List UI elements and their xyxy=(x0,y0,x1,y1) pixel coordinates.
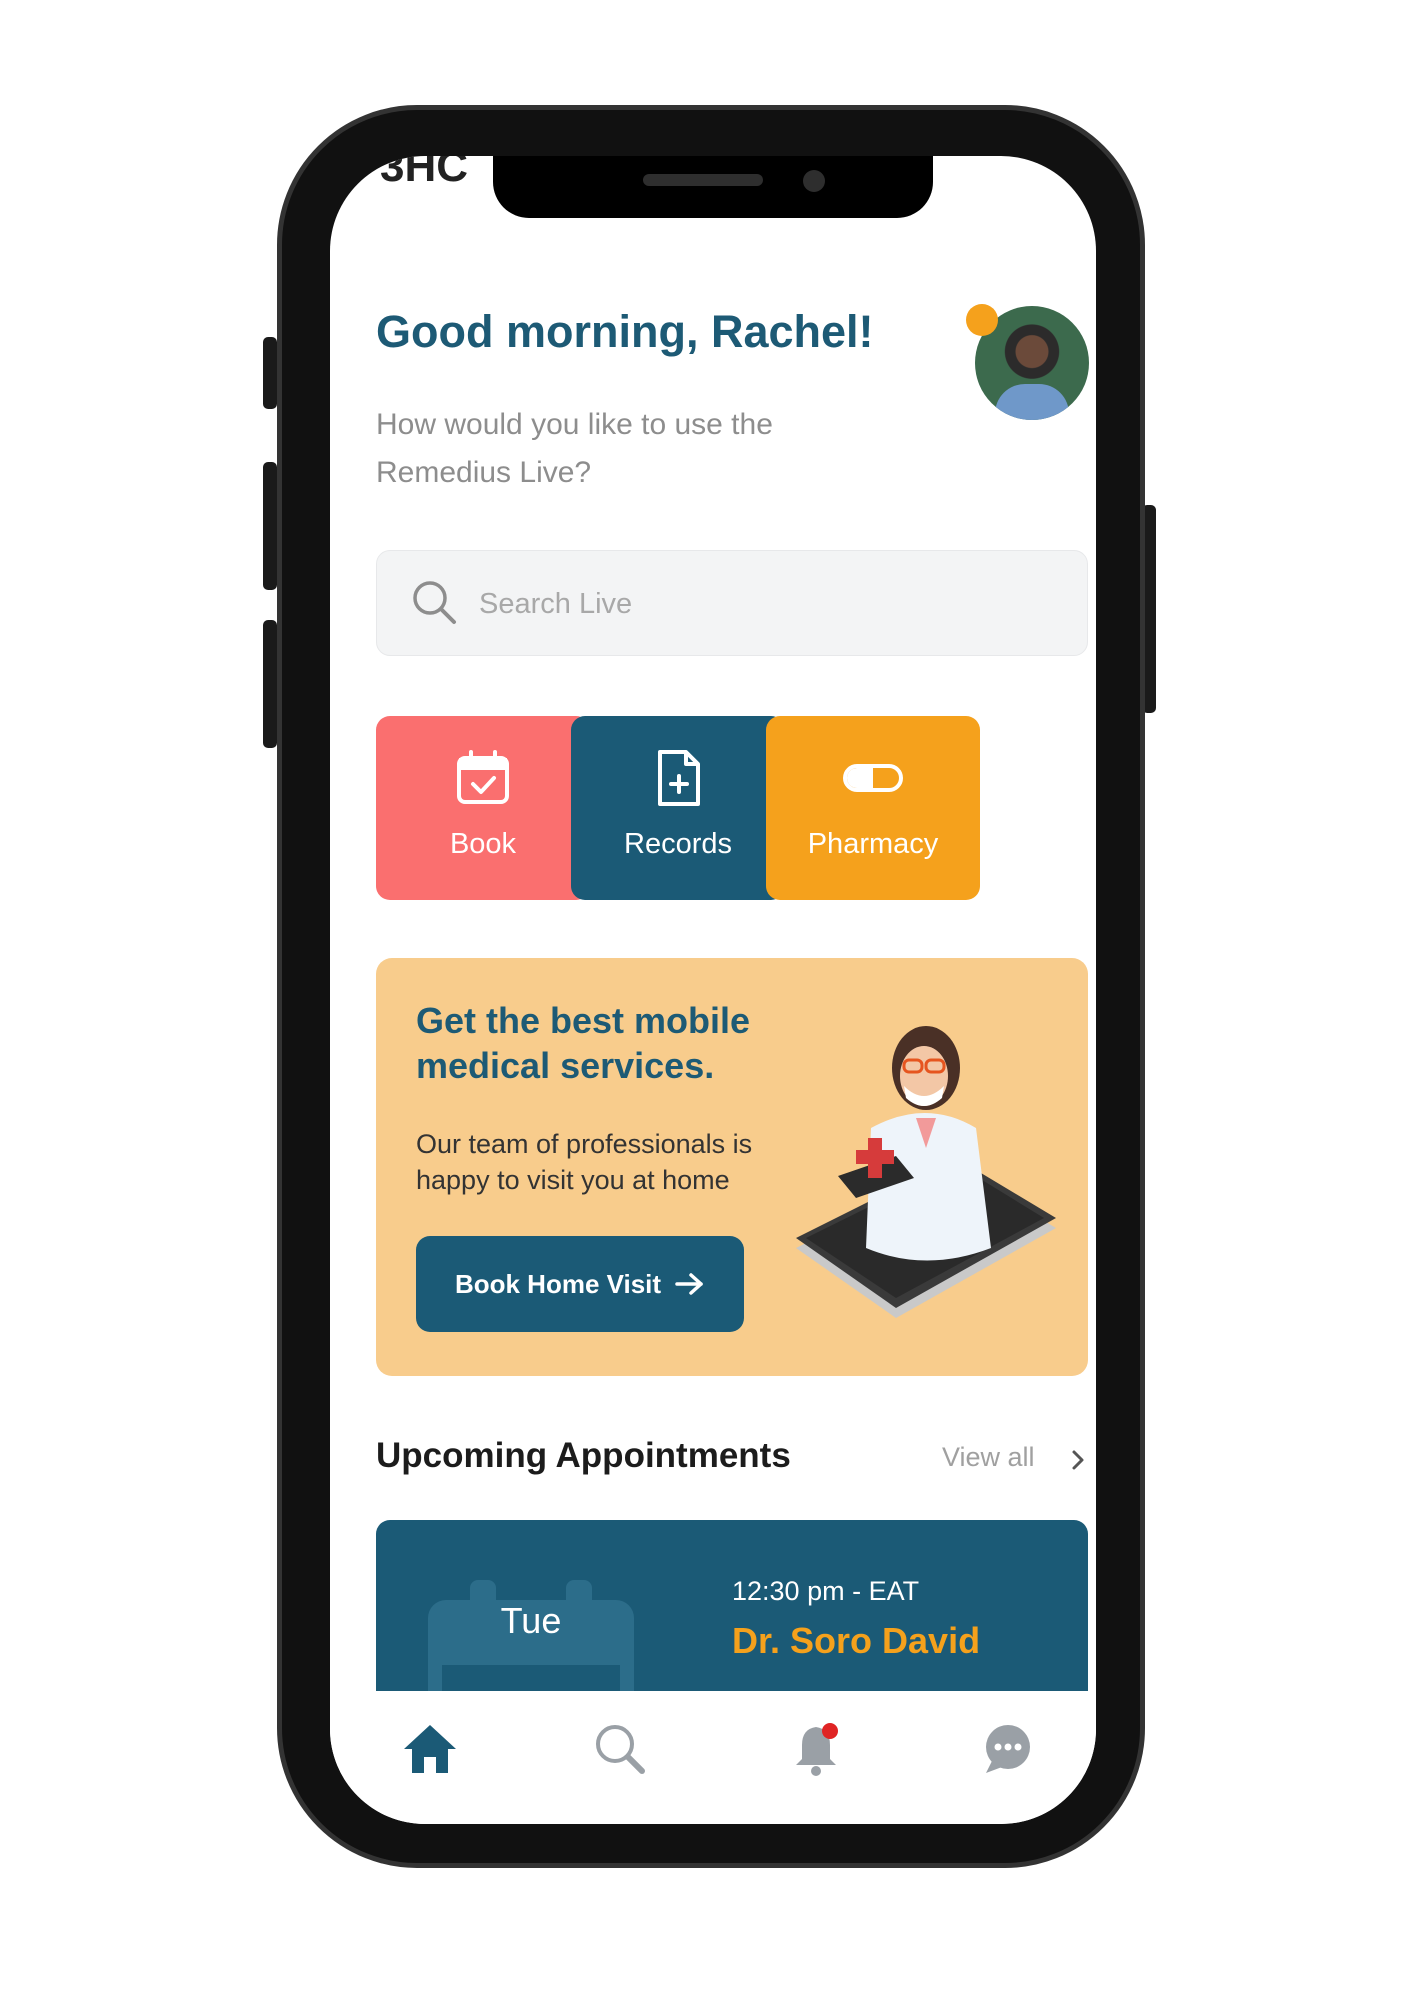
book-button[interactable]: Book xyxy=(376,716,590,900)
records-label: Records xyxy=(624,828,732,860)
speaker-grille xyxy=(643,174,763,186)
upcoming-appointments-title: Upcoming Appointments xyxy=(376,1436,791,1475)
book-home-visit-button[interactable]: Book Home Visit xyxy=(416,1236,744,1332)
arrow-right-icon xyxy=(675,1273,703,1295)
phone-screen: 3HC Good morning, Rachel! How would you … xyxy=(330,156,1096,1824)
doctor-illustration xyxy=(796,1026,1056,1318)
appointment-time: 12:30 pm - EAT xyxy=(732,1576,920,1606)
appointment-card[interactable]: Tue 12:30 pm - EAT Dr. Soro David xyxy=(376,1520,1088,1720)
chevron-right-icon[interactable] xyxy=(1070,1446,1088,1474)
appointment-day: Tue xyxy=(500,1600,562,1641)
volume-down-button xyxy=(263,620,277,748)
chat-icon[interactable] xyxy=(980,1721,1036,1777)
search-input[interactable] xyxy=(477,575,1041,633)
online-status-dot xyxy=(966,304,998,336)
bottom-nav xyxy=(330,1691,1096,1824)
bell-icon[interactable] xyxy=(788,1721,844,1777)
volume-up-button xyxy=(263,462,277,590)
avatar-shirt xyxy=(995,384,1069,420)
greeting-subtitle: How would you like to use the Remedius L… xyxy=(376,408,773,489)
pharmacy-label: Pharmacy xyxy=(807,828,939,860)
notification-badge xyxy=(822,1723,838,1739)
book-home-visit-label: Book Home Visit xyxy=(454,1268,662,1299)
home-icon[interactable] xyxy=(402,1721,458,1777)
records-button[interactable]: Records xyxy=(571,716,785,900)
appointment-doctor: Dr. Soro David xyxy=(732,1620,981,1661)
search-bar[interactable] xyxy=(376,550,1088,656)
calendar-check-icon xyxy=(457,750,509,804)
promo-card: Get the best mobile medical services. Ou… xyxy=(376,958,1088,1376)
pill-icon xyxy=(843,764,903,792)
front-camera xyxy=(803,170,825,192)
search-icon[interactable] xyxy=(592,1721,648,1777)
pharmacy-button[interactable]: Pharmacy xyxy=(766,716,980,900)
promo-text: Our team of professionals is happy to vi… xyxy=(416,1129,753,1195)
view-all-link[interactable]: View all xyxy=(942,1442,1035,1473)
status-bar-text: 3HC xyxy=(380,156,469,191)
greeting-title: Good morning, Rachel! xyxy=(376,306,874,357)
mute-switch xyxy=(263,337,277,409)
search-icon xyxy=(413,581,456,624)
phone-notch xyxy=(493,156,933,218)
book-label: Book xyxy=(449,828,517,860)
medical-file-icon xyxy=(658,750,700,806)
